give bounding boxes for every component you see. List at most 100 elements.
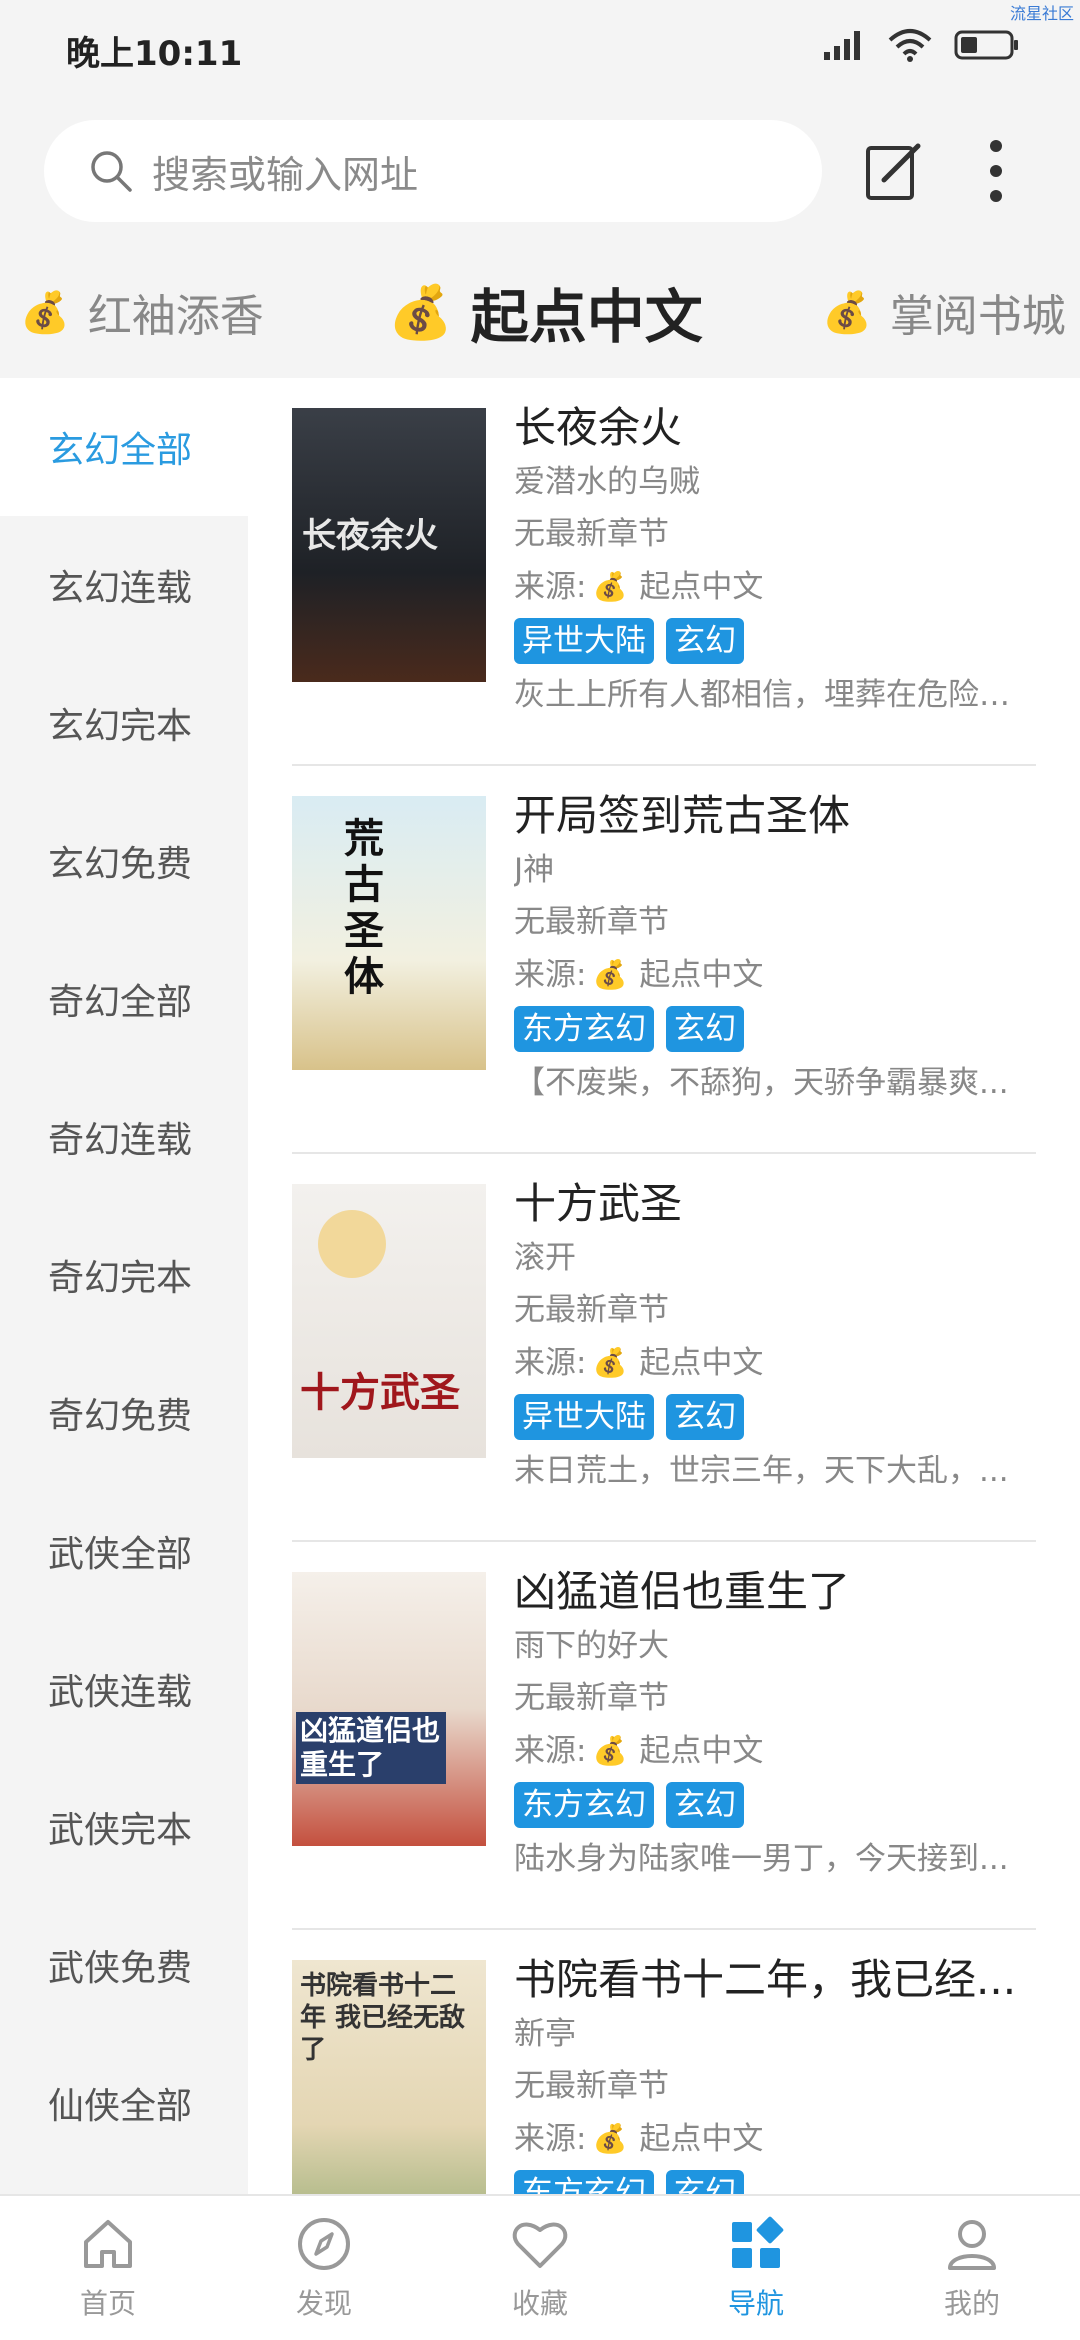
book-list: 长夜余火 长夜余火 爱潜水的乌贼 无最新章节 来源: 💰 起点中文 异世大陆 玄… <box>292 378 1036 2194</box>
money-bag-icon: 💰 <box>592 1734 628 1767</box>
book-tag: 玄幻 <box>666 1006 744 1052</box>
search-placeholder: 搜索或输入网址 <box>152 152 419 197</box>
source-tab-label: 掌阅书城 <box>889 291 1066 342</box>
source-tab-zhangyue[interactable]: 💰 掌阅书城 <box>822 246 1066 378</box>
category-item[interactable]: 玄幻全部 <box>0 378 248 516</box>
cover-title: 十方武圣 <box>300 1370 460 1416</box>
category-item[interactable]: 武侠连载 <box>0 1620 248 1758</box>
source-prefix: 来源: <box>514 569 587 605</box>
source-tab-hongxiu[interactable]: 💰 红袖添香 <box>20 246 264 378</box>
book-tags: 东方玄幻 玄幻 <box>514 2166 1034 2194</box>
category-item[interactable]: 玄幻完本 <box>0 654 248 792</box>
book-intro: 陆水身为陆家唯一男丁，今天接到... <box>514 1841 1009 1877</box>
category-item[interactable]: 奇幻免费 <box>0 1344 248 1482</box>
user-icon <box>948 2220 996 2270</box>
money-bag-icon: 💰 <box>592 570 628 603</box>
category-item[interactable]: 玄幻连载 <box>0 516 248 654</box>
book-latest-chapter: 无最新章节 <box>514 1292 669 1328</box>
source-name: 起点中文 <box>639 2121 764 2157</box>
category-item[interactable]: 武侠免费 <box>0 1896 248 2034</box>
book-tag: 玄幻 <box>666 1782 744 1828</box>
book-tags: 异世大陆 玄幻 <box>514 1390 1034 1444</box>
book-title: 十方武圣 <box>514 1179 683 1228</box>
nav-label: 收藏 <box>511 2287 568 2320</box>
book-cover: 书院看书十二年 我已经无敌了 <box>292 1960 486 2194</box>
book-latest-chapter: 无最新章节 <box>514 1680 669 1716</box>
category-sidebar: 玄幻全部 玄幻连载 玄幻完本 玄幻免费 奇幻全部 奇幻连载 奇幻完本 奇幻免费 … <box>0 378 248 2194</box>
nav-label: 发现 <box>295 2287 352 2320</box>
book-tag: 异世大陆 <box>514 618 654 664</box>
category-item[interactable]: 奇幻完本 <box>0 1206 248 1344</box>
book-info: 开局签到荒古圣体 J神 无最新章节 来源: 💰 起点中文 东方玄幻 玄幻 【不废… <box>514 788 1034 1110</box>
source-tab-label: 红袖添香 <box>87 291 264 342</box>
edit-icon[interactable] <box>862 138 928 204</box>
money-bag-icon: 💰 <box>592 1346 628 1379</box>
book-source: 来源: 💰 起点中文 <box>514 948 1034 1002</box>
nav-item-navigation[interactable]: 导航 <box>648 2196 864 2340</box>
category-item[interactable]: 奇幻全部 <box>0 930 248 1068</box>
source-prefix: 来源: <box>514 957 587 993</box>
book-cover: 荒古圣体 <box>292 796 486 1070</box>
book-intro: 灰土上所有人都相信，埋葬在危险之中的... <box>514 677 1034 713</box>
nav-item-favorites[interactable]: 收藏 <box>432 2196 648 2340</box>
search-input[interactable]: 搜索或输入网址 <box>44 120 822 222</box>
category-item[interactable]: 仙侠全部 <box>0 2034 248 2172</box>
book-item[interactable]: 十方武圣 十方武圣 滚开 无最新章节 来源: 💰 起点中文 异世大陆 玄幻 末日… <box>292 1154 1036 1542</box>
book-latest-chapter: 无最新章节 <box>514 516 669 552</box>
book-tag: 东方玄幻 <box>514 1006 654 1052</box>
cover-title: 书院看书十二年 我已经无敌了 <box>300 1971 466 2065</box>
book-author: J神 <box>514 852 555 888</box>
book-info: 凶猛道侣也重生了 雨下的好大 无最新章节 来源: 💰 起点中文 东方玄幻 玄幻 … <box>514 1564 1034 1886</box>
book-intro: 末日荒土，世宗三年，天下大乱，... <box>514 1453 1009 1489</box>
book-info: 十方武圣 滚开 无最新章节 来源: 💰 起点中文 异世大陆 玄幻 末日荒土，世宗… <box>514 1176 1034 1498</box>
source-name: 起点中文 <box>639 1733 764 1769</box>
money-bag-icon: 💰 <box>592 2122 628 2155</box>
book-title: 凶猛道侣也重生了 <box>514 1567 851 1616</box>
nav-label: 导航 <box>727 2287 784 2320</box>
search-row: 搜索或输入网址 <box>0 96 1080 246</box>
cover-title: 荒古圣体 <box>344 816 384 1000</box>
money-bag-icon: 💰 <box>20 289 70 336</box>
book-title: 开局签到荒古圣体 <box>514 791 851 840</box>
source-tabs: 💰 红袖添香 💰 起点中文 💰 掌阅书城 <box>0 246 1080 378</box>
book-item[interactable]: 书院看书十二年 我已经无敌了 书院看书十二年，我已经... 新亭 无最新章节 来… <box>292 1930 1036 2194</box>
category-item[interactable]: 武侠完本 <box>0 1758 248 1896</box>
source-name: 起点中文 <box>639 1345 764 1381</box>
book-source: 来源: 💰 起点中文 <box>514 560 1034 614</box>
source-prefix: 来源: <box>514 1733 587 1769</box>
compass-icon <box>298 2218 350 2270</box>
home-icon <box>84 2220 132 2268</box>
book-item[interactable]: 长夜余火 长夜余火 爱潜水的乌贼 无最新章节 来源: 💰 起点中文 异世大陆 玄… <box>292 378 1036 766</box>
heart-icon <box>512 2222 568 2268</box>
book-item[interactable]: 凶猛道侣也重生了 凶猛道侣也重生了 雨下的好大 无最新章节 来源: 💰 起点中文… <box>292 1542 1036 1930</box>
category-item[interactable]: 武侠全部 <box>0 1482 248 1620</box>
nav-item-home[interactable]: 首页 <box>0 2196 216 2340</box>
book-item[interactable]: 荒古圣体 开局签到荒古圣体 J神 无最新章节 来源: 💰 起点中文 东方玄幻 玄… <box>292 766 1036 1154</box>
book-info: 长夜余火 爱潜水的乌贼 无最新章节 来源: 💰 起点中文 异世大陆 玄幻 灰土上… <box>514 400 1034 722</box>
book-tags: 异世大陆 玄幻 <box>514 614 1034 668</box>
battery-icon <box>954 30 1018 60</box>
category-item[interactable]: 奇幻连载 <box>0 1068 248 1206</box>
book-tag: 东方玄幻 <box>514 2170 654 2194</box>
category-item[interactable]: 玄幻免费 <box>0 792 248 930</box>
nav-item-profile[interactable]: 我的 <box>864 2196 1080 2340</box>
grid-icon <box>732 2216 784 2268</box>
book-intro: 【不废柴，不舔狗，天骄争霸暴爽... <box>514 1065 1009 1101</box>
nav-label: 首页 <box>79 2287 136 2320</box>
search-icon <box>91 151 132 192</box>
source-tab-qidian[interactable]: 💰 起点中文 <box>388 246 703 378</box>
book-tag: 玄幻 <box>666 618 744 664</box>
book-latest-chapter: 无最新章节 <box>514 904 669 940</box>
nav-item-discover[interactable]: 发现 <box>216 2196 432 2340</box>
source-name: 起点中文 <box>639 957 764 993</box>
book-author: 雨下的好大 <box>514 1628 669 1664</box>
status-icons <box>822 28 1020 62</box>
book-tag: 异世大陆 <box>514 1394 654 1440</box>
book-cover: 凶猛道侣也重生了 <box>292 1572 486 1846</box>
book-tags: 东方玄幻 玄幻 <box>514 1778 1034 1832</box>
more-menu-icon[interactable] <box>970 136 1022 206</box>
cover-title: 长夜余火 <box>302 516 438 556</box>
book-cover: 长夜余火 <box>292 408 486 682</box>
book-tags: 东方玄幻 玄幻 <box>514 1002 1034 1056</box>
book-source: 来源: 💰 起点中文 <box>514 2112 1034 2166</box>
